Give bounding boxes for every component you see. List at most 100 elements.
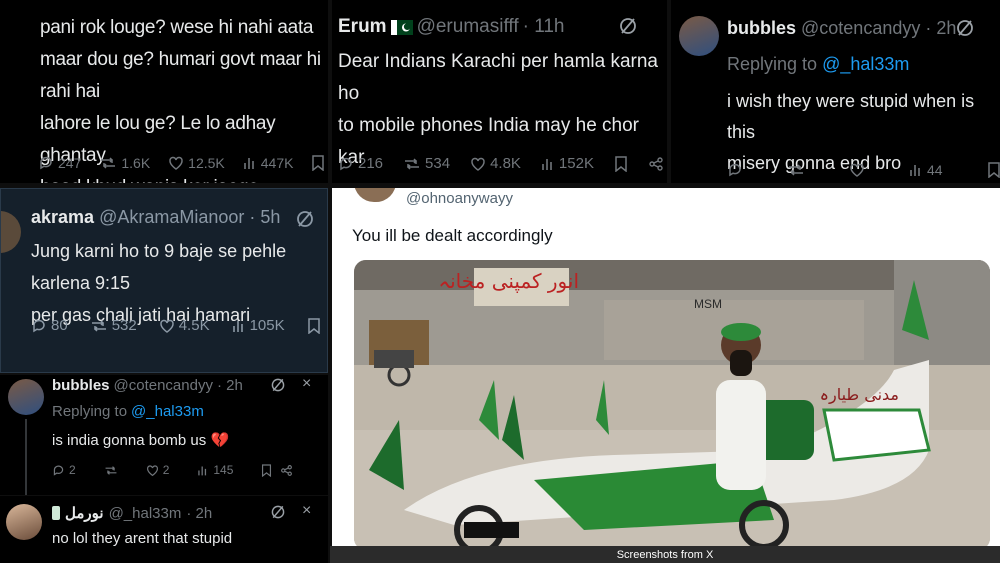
like-button[interactable]: 12.5K	[168, 155, 225, 171]
bookmark-icon[interactable]	[614, 155, 628, 172]
tweet-header: Erum @erumasifff · 11h	[338, 16, 565, 38]
grok-icon[interactable]	[270, 377, 286, 393]
reply-icon	[38, 155, 54, 171]
repost-button[interactable]: 532	[90, 317, 137, 334]
avatar[interactable]	[6, 504, 42, 540]
replying-label: Replying to	[727, 54, 818, 74]
tweet-header: نورمل @_hal33m · 2h	[52, 504, 212, 522]
tweet-card-2[interactable]: Erum @erumasifff · 11h Dear Indians Kara…	[332, 0, 667, 183]
display-name[interactable]: bubbles	[727, 18, 796, 39]
timestamp[interactable]: · 11h	[523, 16, 565, 38]
grok-icon[interactable]	[618, 16, 638, 36]
display-name[interactable]: Erum	[338, 16, 387, 38]
reply-count: 2	[69, 463, 76, 477]
tweet-photo[interactable]: MSM انور کمپنی مخانہ مدنی طیارہ	[354, 260, 990, 546]
thread-line	[25, 419, 27, 495]
repost-icon[interactable]	[104, 464, 118, 477]
handle[interactable]: @cotencandyy	[114, 377, 213, 394]
mention-link[interactable]: @_hal33m	[822, 54, 909, 75]
views-count: 145	[213, 463, 234, 477]
pakistan-flag-icon	[390, 19, 413, 35]
bottle-emoji-icon	[52, 506, 60, 520]
more-icon[interactable]: ×	[302, 502, 311, 520]
bookmark-icon[interactable]	[311, 155, 325, 171]
handle[interactable]: @cotencandyy	[801, 18, 920, 39]
like-button[interactable]: 4.5K	[159, 317, 210, 334]
timestamp[interactable]: · 2h	[217, 377, 243, 394]
tweet-text: is india gonna bomb us 💔	[52, 432, 230, 449]
avatar[interactable]	[8, 379, 44, 415]
share-icon[interactable]	[280, 464, 293, 477]
repost-button[interactable]: 1.6K	[99, 155, 150, 171]
heart-icon	[159, 318, 175, 334]
tweet-text: no lol they arent that stupid	[52, 530, 233, 547]
repost-button[interactable]: 534	[403, 155, 450, 172]
views-count: 152K	[558, 155, 594, 172]
tweet-line: i wish they were stupid when is this	[727, 91, 975, 142]
like-button[interactable]: 2	[146, 463, 169, 477]
display-name[interactable]: نورمل	[65, 504, 104, 522]
bookmark-icon[interactable]	[307, 317, 321, 334]
avatar[interactable]	[1, 211, 21, 253]
reply-icon	[31, 318, 47, 334]
handle[interactable]: @AkramaMianoor	[99, 207, 244, 228]
wall-text-msm: MSM	[694, 297, 722, 311]
tweet-card-6[interactable]: bubbles @cotencandyy · 2h × Replying to …	[0, 375, 328, 495]
tweet-header: bubbles @cotencandyy · 2h	[727, 18, 956, 39]
tweet-card-4[interactable]: akrama @AkramaMianoor · 5h Jung karni ho…	[0, 188, 328, 373]
views-count: 44	[927, 162, 943, 178]
reply-count: 216	[358, 155, 384, 172]
tweet-text: You ill be dealt accordingly	[352, 226, 553, 245]
grok-icon[interactable]	[270, 504, 286, 520]
reply-icon[interactable]	[727, 162, 743, 178]
like-button[interactable]: 4.8K	[470, 155, 521, 172]
heart-icon	[168, 155, 184, 171]
reply-button[interactable]: 216	[338, 155, 383, 172]
timestamp[interactable]: · 2h	[186, 505, 212, 522]
more-icon[interactable]: ×	[302, 375, 311, 393]
handle[interactable]: @ohnoanywayy	[406, 190, 513, 207]
display-name[interactable]: bubbles	[52, 377, 110, 394]
avatar[interactable]	[679, 16, 719, 56]
share-icon[interactable]	[648, 156, 664, 172]
views-button[interactable]: 152K	[541, 155, 594, 172]
tweet-card-5[interactable]: @ohnoanywayy You ill be dealt accordingl…	[332, 188, 1000, 546]
reply-count: 247	[58, 155, 82, 171]
heart-icon[interactable]	[849, 162, 865, 178]
views-button[interactable]: 145	[197, 463, 233, 477]
views-button[interactable]: 447K	[243, 155, 294, 171]
reply-button[interactable]: 2	[52, 463, 76, 477]
views-button[interactable]: 105K	[232, 317, 285, 334]
reply-count: 80	[51, 317, 68, 334]
replying-to: Replying to @_hal33m	[52, 403, 204, 420]
views-icon	[243, 155, 257, 171]
tweet-card-3[interactable]: bubbles @cotencandyy · 2h Replying to @_…	[671, 0, 1000, 183]
display-name[interactable]: akrama	[31, 207, 94, 228]
handle[interactable]: @_hal33m	[109, 505, 182, 522]
reply-button[interactable]: 247	[38, 155, 81, 171]
views-button[interactable]: 44	[909, 162, 943, 178]
grok-icon[interactable]	[295, 209, 315, 229]
views-count: 447K	[260, 155, 294, 171]
tweet-extra-actions	[987, 162, 1000, 178]
handle[interactable]: @erumasifff	[417, 16, 519, 38]
repost-icon[interactable]	[787, 162, 805, 178]
mention-link[interactable]: @_hal33m	[131, 403, 204, 420]
timestamp[interactable]: · 2h	[925, 18, 956, 39]
action-bar: 2 2 145	[52, 463, 293, 477]
action-bar: 44	[727, 162, 1000, 178]
tweet-card-7[interactable]: نورمل @_hal33m · 2h × no lol they arent …	[0, 496, 328, 563]
tweet-card-1[interactable]: pani rok louge? wese hi nahi aata maar d…	[0, 0, 328, 183]
tweet-header: bubbles @cotencandyy · 2h	[52, 377, 243, 394]
avatar[interactable]	[354, 188, 396, 202]
views-count: 105K	[249, 317, 285, 334]
timestamp[interactable]: · 5h	[249, 207, 280, 228]
reply-icon	[338, 156, 354, 172]
grok-icon[interactable]	[955, 18, 975, 38]
reply-button[interactable]: 80	[31, 317, 68, 334]
heart-icon	[470, 156, 486, 172]
bookmark-icon[interactable]	[987, 162, 1000, 178]
bookmark-icon[interactable]	[261, 463, 272, 477]
views-icon	[232, 318, 246, 334]
tweet-line: Jung karni ho to 9 baje se pehle karlena…	[31, 241, 287, 293]
